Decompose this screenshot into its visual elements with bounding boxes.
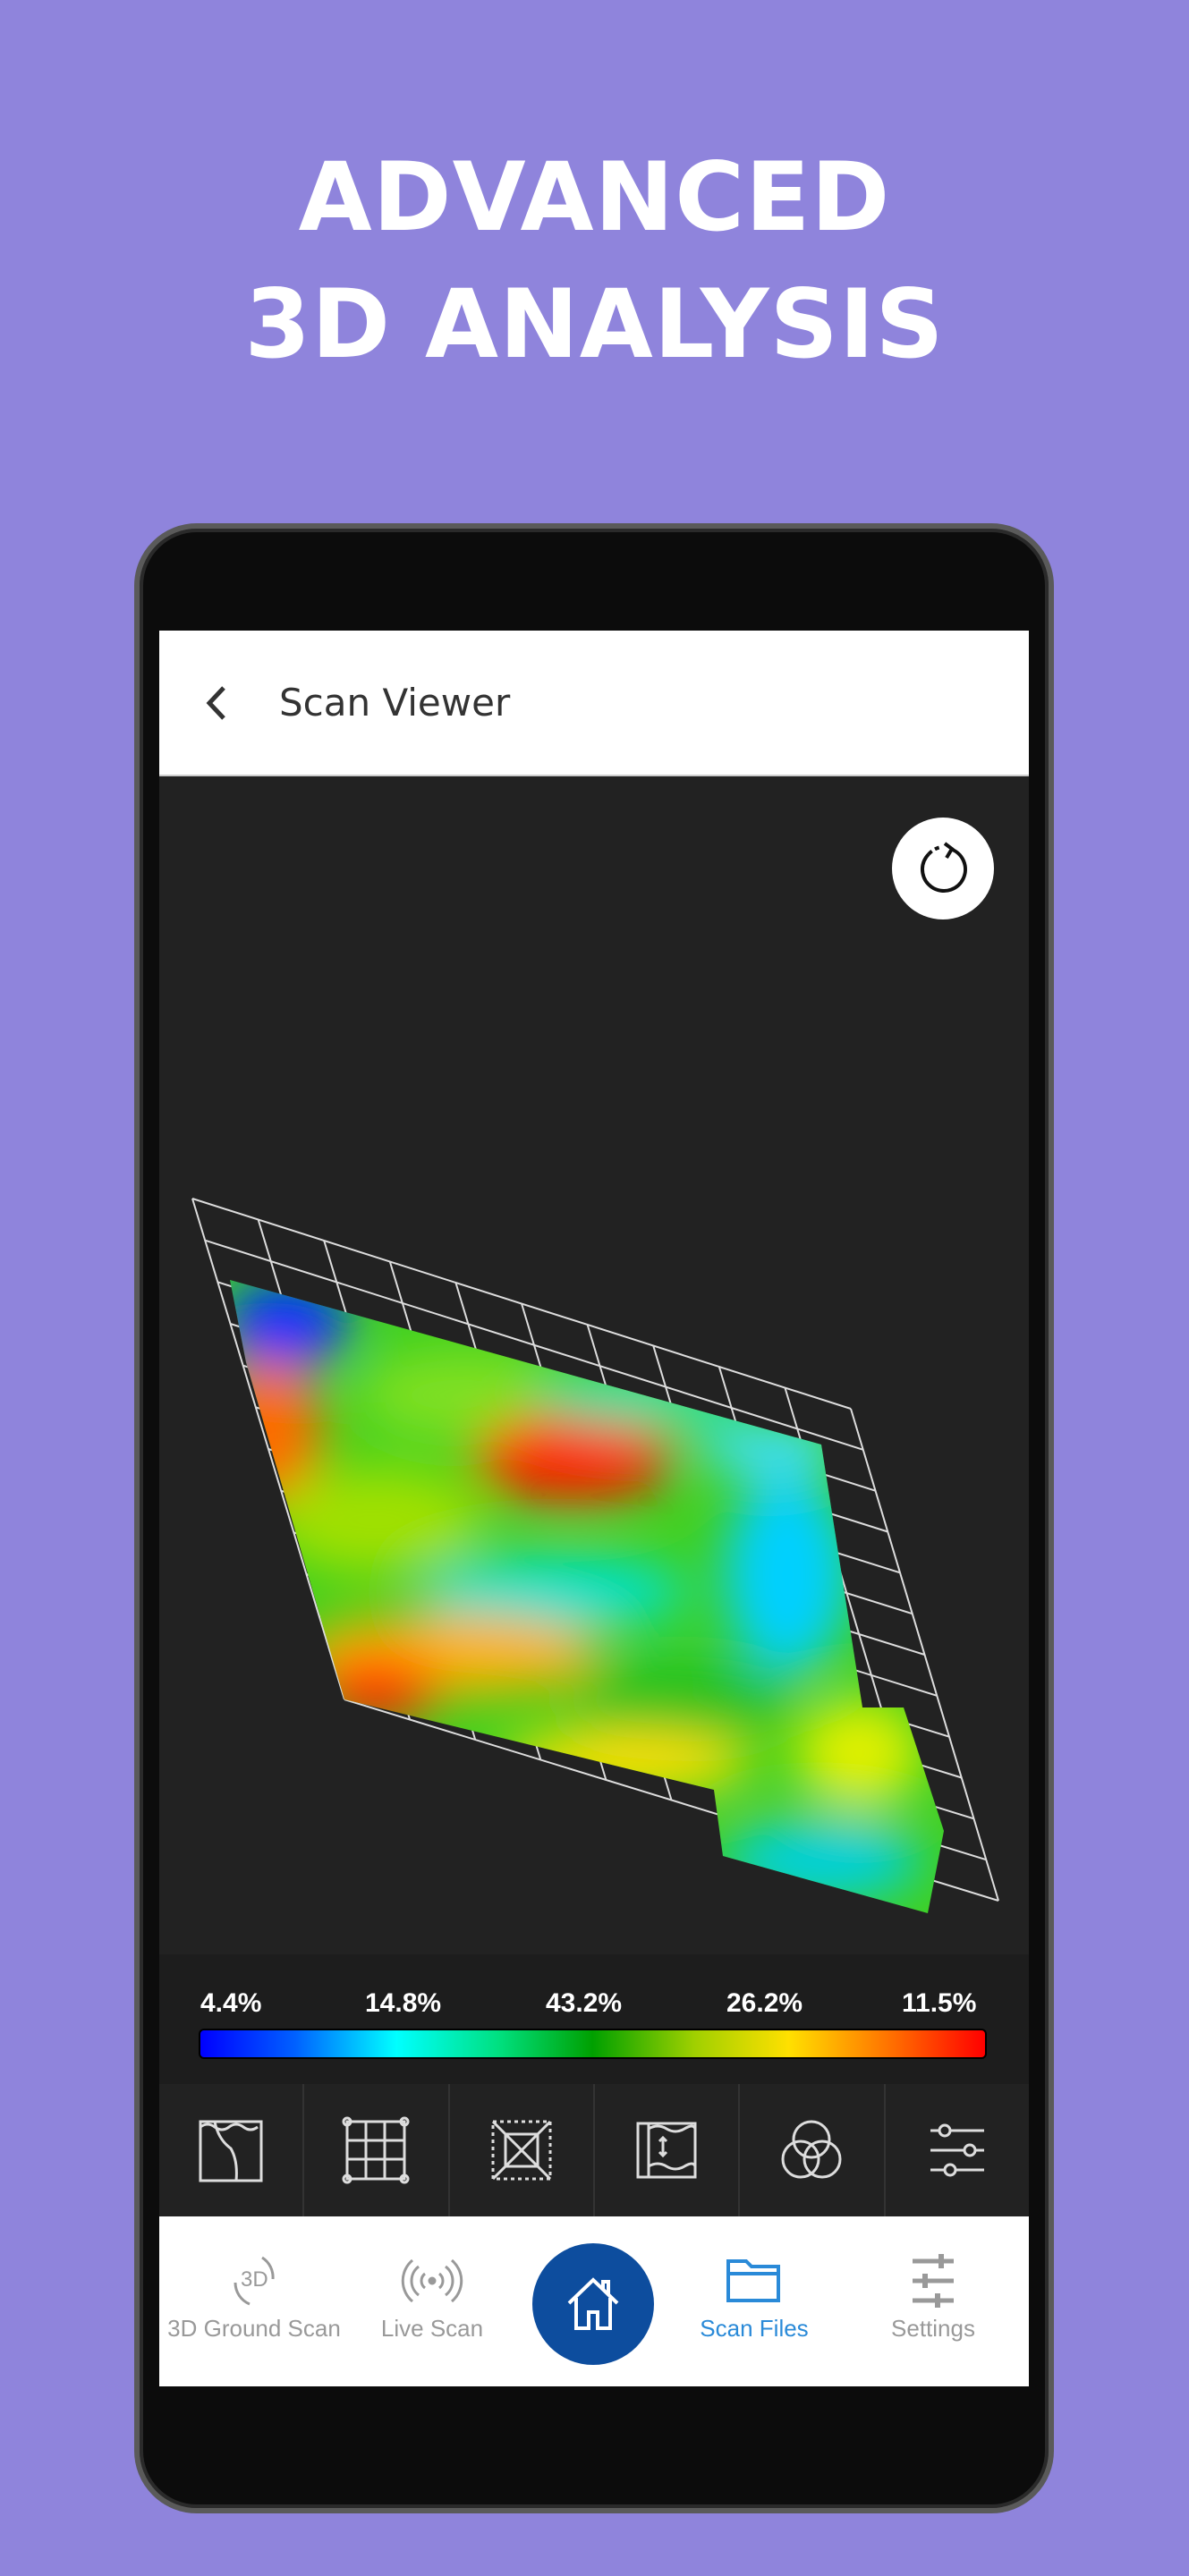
reset-view-button[interactable] (892, 818, 994, 919)
nav-scan-files[interactable]: Scan Files (678, 2252, 830, 2343)
settings-sliders-icon (913, 2254, 954, 2308)
depth-view-button[interactable] (595, 2084, 741, 2216)
app-bar: Scan Viewer (159, 631, 1029, 776)
back-button[interactable] (195, 681, 240, 725)
legend-label: 11.5% (902, 1988, 977, 2018)
home-icon (567, 2277, 619, 2330)
headline: ADVANCED 3D ANALYSIS (0, 134, 1189, 388)
signal-icon (401, 2258, 463, 2303)
adjust-settings-button[interactable] (886, 2084, 1029, 2216)
legend-label: 14.8% (365, 1988, 442, 2018)
3d-surface-plot (191, 1198, 999, 1913)
page-title: Scan Viewer (279, 681, 511, 724)
color-legend: 4.4% 14.8% 43.2% 26.2% 11.5% (159, 1954, 1029, 2084)
depth-icon (636, 2122, 697, 2179)
folder-icon (726, 2259, 780, 2302)
legend-label: 43.2% (546, 1988, 623, 2018)
grid-icon (342, 2116, 410, 2184)
surface (230, 1280, 944, 1913)
svg-text:3D: 3D (241, 2267, 268, 2292)
nav-settings[interactable]: Settings (875, 2252, 991, 2343)
nav-3d-ground-scan[interactable]: 3D 3D Ground Scan (165, 2252, 344, 2343)
3d-rotate-icon: 3D (234, 2256, 275, 2306)
bottom-nav: 3D 3D Ground Scan Live Scan Scan Files S… (159, 2216, 1029, 2386)
nav-label: Scan Files (700, 2315, 809, 2342)
headline-line1: ADVANCED (298, 142, 891, 252)
sliders-icon (930, 2123, 984, 2177)
bounding-box-button[interactable] (450, 2084, 595, 2216)
grid-view-button[interactable] (304, 2084, 450, 2216)
color-blend-icon (781, 2120, 842, 2179)
rotate-reset-icon (921, 842, 967, 893)
terrain-icon (199, 2120, 263, 2182)
nav-home-button[interactable] (532, 2243, 654, 2365)
nav-label: 3D Ground Scan (167, 2315, 341, 2342)
app-screen: Scan Viewer 4.4% 14.8% 43.2% 26.2% 11.5%… (159, 631, 1029, 2386)
bounding-box-icon (491, 2120, 552, 2181)
legend-label: 4.4% (200, 1988, 262, 2018)
view-toolbar (159, 2084, 1029, 2216)
terrain-view-button[interactable] (159, 2084, 305, 2216)
color-scale-bar (199, 2029, 987, 2059)
nav-live-scan[interactable]: Live Scan (374, 2252, 490, 2343)
color-blend-button[interactable] (740, 2084, 886, 2216)
3d-viewer[interactable] (159, 776, 1029, 1954)
nav-label: Live Scan (380, 2315, 484, 2342)
legend-label: 26.2% (726, 1988, 803, 2018)
nav-label: Settings (891, 2315, 975, 2342)
headline-line2: 3D ANALYSIS (244, 269, 945, 379)
